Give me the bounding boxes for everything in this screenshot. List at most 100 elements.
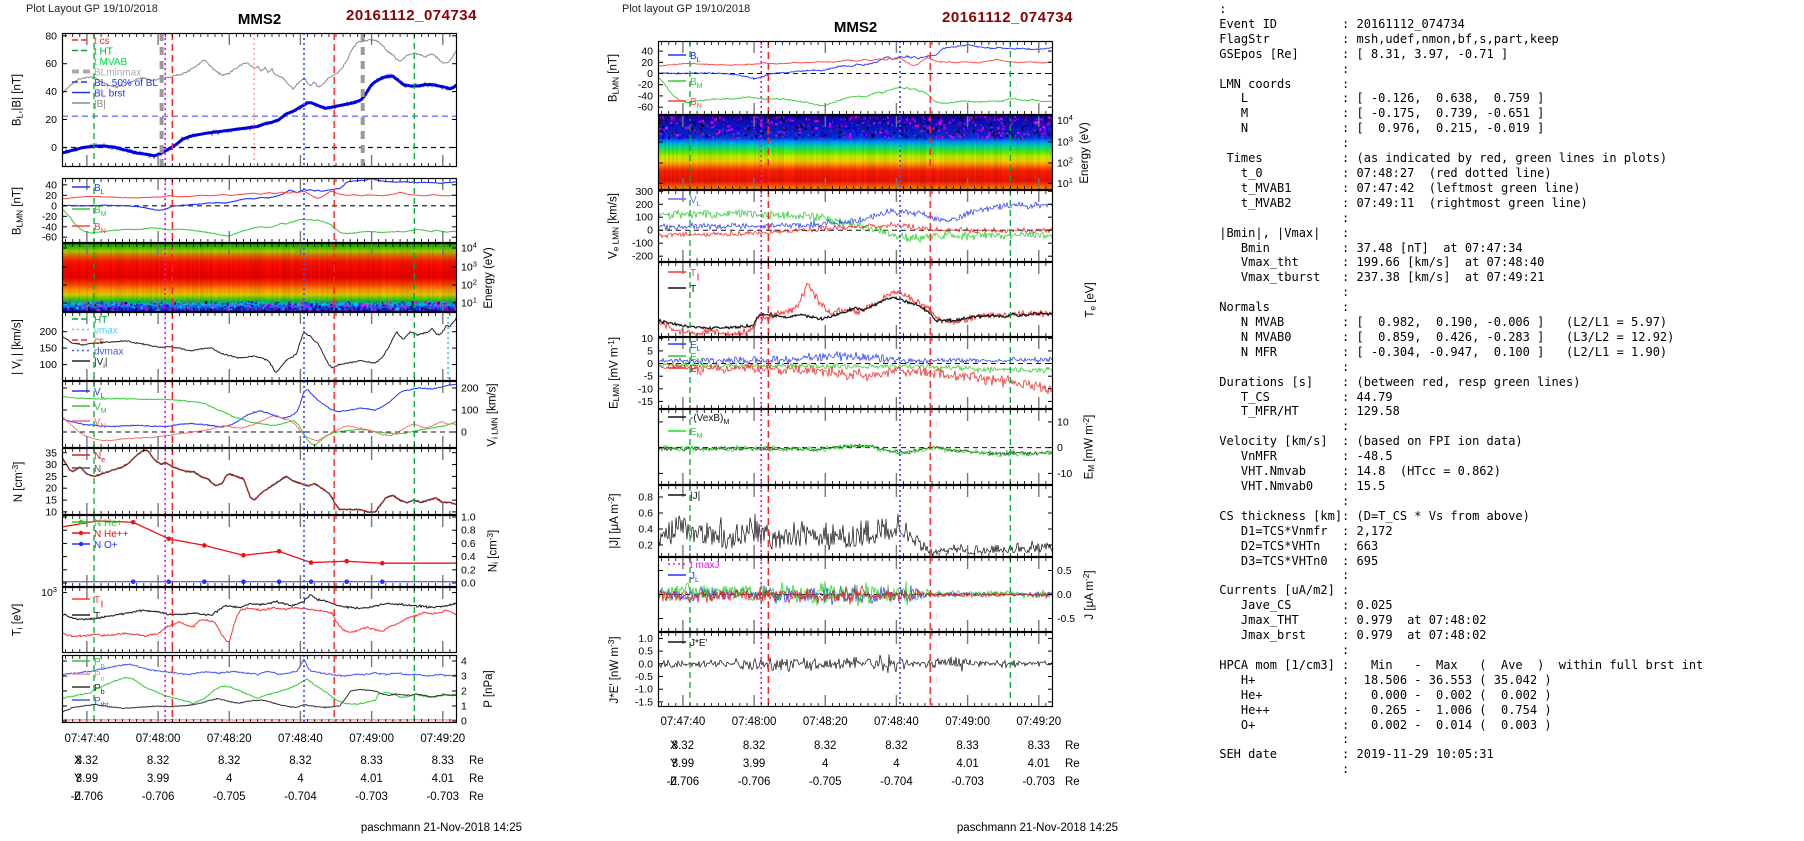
orbit-value: 3.99 bbox=[75, 773, 99, 785]
time-tick-label: 07:47:40 bbox=[64, 733, 110, 745]
time-tick-label: 07:48:40 bbox=[874, 716, 919, 728]
plot-column-left: Plot Layout GP 19/10/2018 MMS2 20161112_… bbox=[0, 0, 600, 841]
svg-text:40: 40 bbox=[45, 86, 57, 98]
orbit-value: 4 bbox=[893, 758, 900, 770]
svg-text:0.0: 0.0 bbox=[638, 658, 653, 670]
svg-text:1.0: 1.0 bbox=[638, 633, 653, 645]
svg-text:BLminmax: BLminmax bbox=[94, 68, 141, 79]
svg-text:60: 60 bbox=[45, 58, 57, 70]
orbit-value: -0.706 bbox=[141, 791, 175, 803]
svg-text:10: 10 bbox=[1057, 416, 1069, 428]
time-tick-label: 07:48:20 bbox=[802, 716, 848, 728]
ylabel-e-lmn: ELMN [mV m-1] bbox=[606, 336, 622, 410]
orbit-value: 3.99 bbox=[742, 758, 766, 770]
svg-text:5: 5 bbox=[647, 345, 653, 357]
svg-text:2: 2 bbox=[461, 686, 467, 698]
svg-text:BM: BM bbox=[94, 205, 107, 218]
svg-text:0.8: 0.8 bbox=[638, 492, 653, 504]
orbit-value: 3.99 bbox=[671, 758, 695, 770]
svg-text:-0.5: -0.5 bbox=[635, 671, 653, 683]
svg-text:BN: BN bbox=[690, 97, 702, 110]
svg-text:-1.5: -1.5 bbox=[635, 696, 653, 708]
orbit-unit: Re bbox=[1065, 740, 1080, 752]
panel-j-lmn: 0.5 0.0 -0.5 t maxJ JL bbox=[657, 556, 1075, 633]
orbit-value: 4.01 bbox=[956, 758, 979, 770]
svg-text:BL: BL bbox=[690, 51, 701, 64]
time-tick-label: 07:47:40 bbox=[660, 716, 706, 728]
svg-text:-10: -10 bbox=[638, 383, 653, 395]
svg-text:25: 25 bbox=[45, 471, 57, 483]
ylabel-te: Te [eV] bbox=[1084, 281, 1098, 318]
orbit-value: -0.706 bbox=[70, 791, 104, 803]
svg-text:0.8: 0.8 bbox=[461, 525, 476, 537]
svg-text:BN: BN bbox=[94, 222, 106, 235]
svg-text:0.6: 0.6 bbox=[638, 508, 653, 520]
svg-text:t cs: t cs bbox=[94, 36, 110, 47]
panel-density: 35 30 25 20 15 10 Ne Ni bbox=[45, 447, 458, 518]
svg-text:BL: BL bbox=[94, 183, 105, 196]
ylabel-j-lmn: J [μA m-2] bbox=[1082, 569, 1096, 620]
panel-pressure: 4 3 2 1 0 Pp Pn Pb Ptht bbox=[61, 654, 467, 728]
svg-text:104: 104 bbox=[461, 240, 477, 254]
orbit-unit: Re bbox=[469, 791, 484, 803]
ylabel-em-poynting: EM [mW m-2] bbox=[1081, 414, 1097, 480]
svg-text:30: 30 bbox=[45, 459, 57, 471]
svg-text:-20: -20 bbox=[638, 79, 653, 91]
orbit-value: 4 bbox=[226, 773, 233, 785]
time-tick-label: 07:49:00 bbox=[349, 733, 394, 745]
orbit-value: 8.32 bbox=[289, 755, 312, 767]
svg-text:0: 0 bbox=[647, 358, 653, 370]
svg-text:dvmax: dvmax bbox=[94, 347, 123, 358]
svg-text:101: 101 bbox=[461, 296, 477, 310]
orbit-unit: Re bbox=[1065, 776, 1080, 788]
time-tick-label: 07:49:20 bbox=[420, 733, 466, 745]
panel-em-poynting: 10 0 -10 -(VexB)M EM bbox=[657, 408, 1072, 486]
orbit-value: -0.706 bbox=[737, 776, 771, 788]
orbit-value: -0.703 bbox=[355, 791, 388, 803]
svg-text:100: 100 bbox=[461, 404, 479, 416]
ylabel-jmag: |J| [μA m-2] bbox=[607, 493, 621, 549]
svg-text:0.5: 0.5 bbox=[1057, 565, 1072, 577]
svg-text:4: 4 bbox=[461, 656, 467, 668]
svg-text:0: 0 bbox=[1057, 442, 1063, 454]
svg-text:T: T bbox=[94, 611, 100, 622]
svg-text:t HT: t HT bbox=[94, 47, 113, 58]
svg-text:N He+: N He+ bbox=[94, 518, 123, 529]
orbit-value: 4 bbox=[822, 758, 829, 770]
svg-text:Pb: Pb bbox=[94, 683, 105, 696]
svg-text:|J|: |J| bbox=[690, 491, 700, 502]
ylabel-bl-bmag: BL,|B| [nT] bbox=[11, 73, 25, 127]
panel-minor-ion-density: 1.0 0.8 0.6 0.4 0.2 0.0 N He+ N He++ N O+ bbox=[61, 511, 476, 590]
orbit-unit: Re bbox=[469, 755, 484, 767]
svg-text:|Vi|: |Vi| bbox=[94, 357, 108, 370]
svg-text:-15: -15 bbox=[638, 396, 653, 408]
ylabel-vi-lmn: Vi LMN [km/s] bbox=[486, 382, 500, 447]
svg-text:Pp: Pp bbox=[94, 657, 105, 670]
orbit-value: 8.32 bbox=[75, 755, 99, 767]
svg-text:200: 200 bbox=[635, 199, 653, 211]
screen: Plot Layout GP 19/10/2018 MMS2 20161112_… bbox=[0, 0, 1804, 841]
svg-text:-40: -40 bbox=[638, 90, 653, 102]
panel-vi-lmn: 200 100 0 VL VM VN bbox=[61, 380, 479, 449]
svg-text:15: 15 bbox=[45, 495, 57, 507]
panel-vi-mag: 200 150 100 HT vmax cs dvmax |Vi| bbox=[39, 311, 458, 382]
panel-ion-temperature: 103 T∥ T bbox=[41, 585, 458, 654]
time-tick-label: 07:48:00 bbox=[731, 716, 777, 728]
orbit-value: 8.32 bbox=[671, 740, 695, 752]
svg-text:10: 10 bbox=[641, 333, 653, 345]
time-tick-label: 07:48:20 bbox=[206, 733, 252, 745]
ylabel-blmn: BLMN [nT] bbox=[11, 186, 25, 235]
orbit-value: -0.705 bbox=[808, 776, 842, 788]
panel-electron-spectrogram: 104 103 102 101 bbox=[657, 113, 1073, 191]
svg-text:-100: -100 bbox=[632, 238, 653, 250]
orbit-value: -0.706 bbox=[666, 776, 700, 788]
svg-text:VN: VN bbox=[94, 417, 106, 430]
svg-text:T: T bbox=[690, 284, 696, 295]
svg-text:T∥: T∥ bbox=[94, 595, 104, 608]
svg-text:vmax: vmax bbox=[94, 326, 118, 337]
orbit-value: 8.32 bbox=[218, 755, 241, 767]
panel-j-dot-e: 1.0 0.5 0.0 -0.5 -1.0 -1.5 J*E' bbox=[635, 631, 1054, 708]
svg-text:0.5: 0.5 bbox=[638, 646, 653, 658]
ylabel-ve-lmn: Ve LMN [km/s] bbox=[607, 193, 621, 259]
svg-text:103: 103 bbox=[41, 585, 57, 599]
